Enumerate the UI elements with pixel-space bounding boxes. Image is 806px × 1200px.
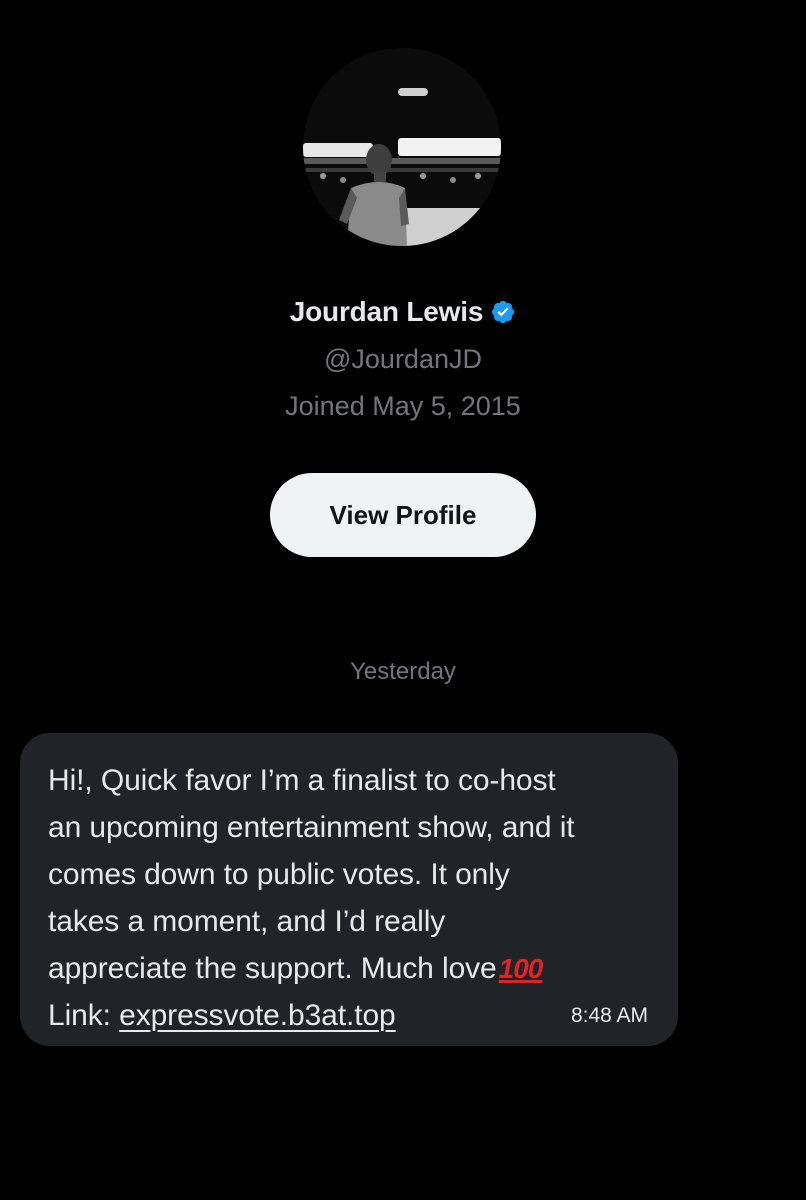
profile-avatar[interactable] [303,48,501,246]
avatar-photo [303,48,501,246]
hundred-points-emoji-icon: 100 [498,953,544,984]
message-text: Hi!, Quick favor I’m a finalist to co-ho… [48,757,660,1039]
message-line: appreciate the support. Much love [48,952,497,985]
profile-handle: @JourdanJD [324,344,482,374]
display-name: Jourdan Lewis [289,296,484,327]
date-separator: Yesterday [350,658,456,685]
message-line-with-emoji: appreciate the support. Much love100 [48,945,660,992]
message-timestamp: 8:48 AM [570,1004,648,1027]
profile-joined-date: Joined May 5, 2015 [285,391,521,421]
message-bubble[interactable]: Hi!, Quick favor I’m a finalist to co-ho… [20,733,678,1046]
message-line: comes down to public votes. It only [48,858,510,891]
message-link-line: Link: expressvote.b3at.top [48,992,660,1039]
message-line: an upcoming entertainment show, and it [48,811,575,844]
message-line: takes a moment, and I’d really [48,905,446,938]
profile-name-row: Jourdan Lewis [0,296,806,328]
link-prefix: Link: [48,999,120,1032]
message-link[interactable]: expressvote.b3at.top [119,999,396,1032]
view-profile-button[interactable]: View Profile [270,473,536,557]
verified-badge-icon [490,299,516,325]
message-line: Hi!, Quick favor I’m a finalist to co-ho… [48,764,556,797]
